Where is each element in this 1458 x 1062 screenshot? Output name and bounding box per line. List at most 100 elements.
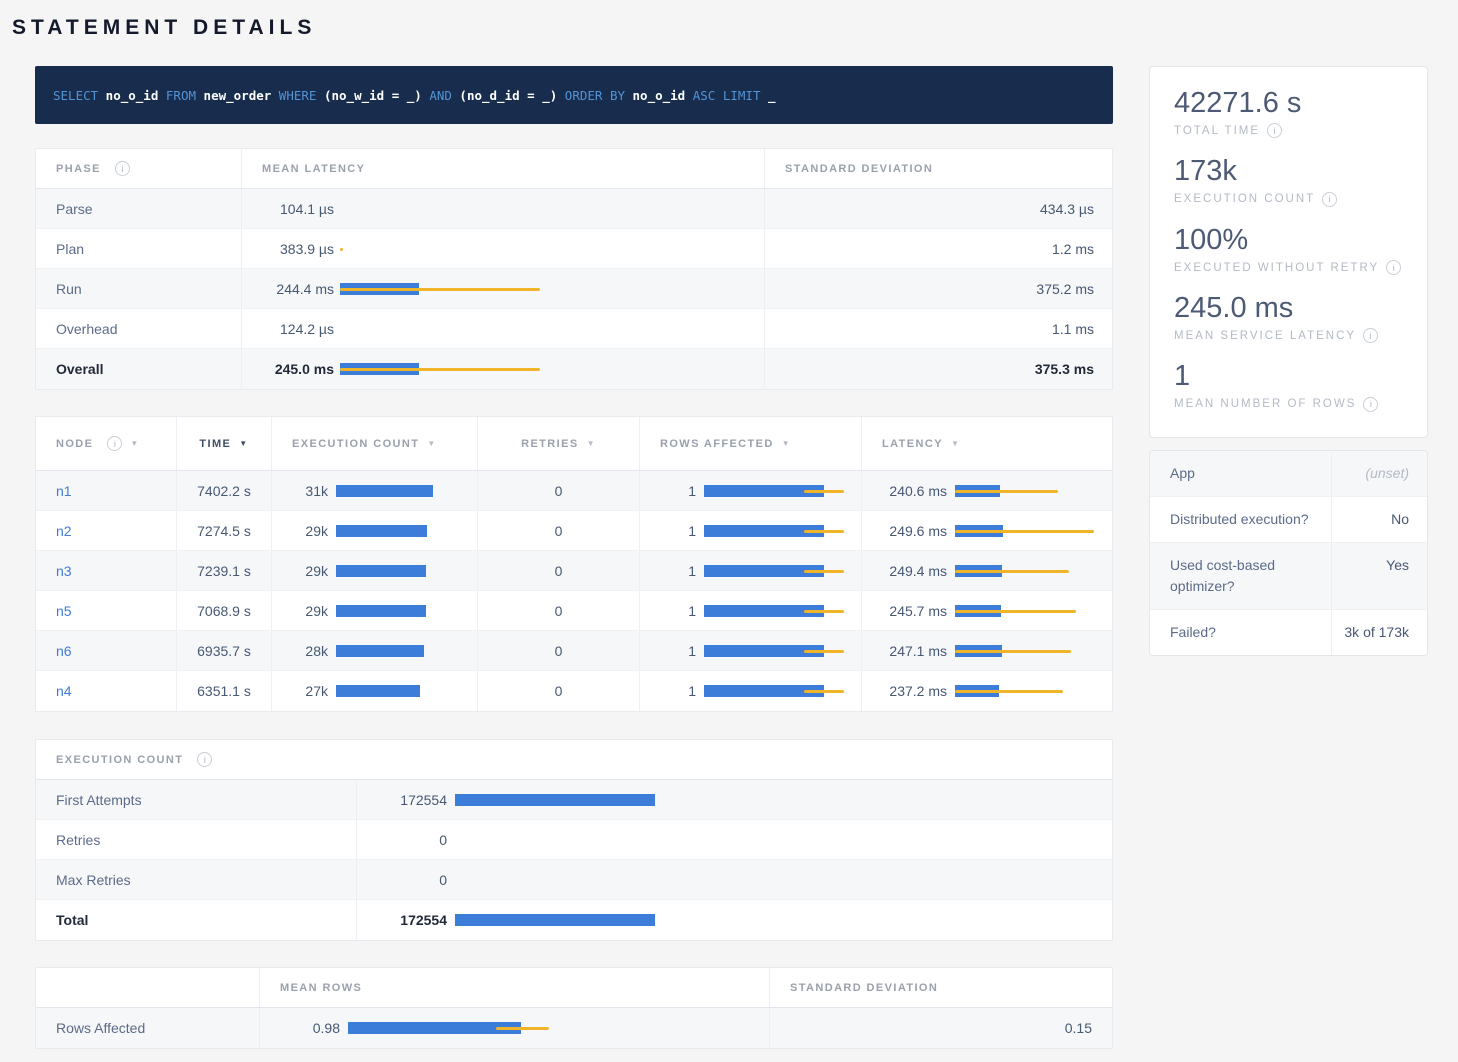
statement-attributes-table: App (unset) Distributed execution? No Us… xyxy=(1149,450,1428,656)
attribute-row-app: App (unset) xyxy=(1150,451,1427,497)
node-row: n6 6935.7 s 28k 0 1 247.1 ms xyxy=(36,631,1112,671)
stat-mean-number-of-rows: 1 MEAN NUMBER OF ROWS i xyxy=(1174,360,1403,411)
phase-row-run: Run 244.4 ms 375.2 ms xyxy=(36,269,1112,309)
mean-latency-value: 383.9 µs xyxy=(264,241,334,257)
latency-column-header[interactable]: LATENCY ▼ xyxy=(861,417,1112,470)
sort-arrow-icon: ▼ xyxy=(427,439,436,448)
execution-count-bar xyxy=(336,684,477,698)
time-value: 6351.1 s xyxy=(197,683,251,699)
rows-affected-bar xyxy=(704,684,861,698)
node-row: n3 7239.1 s 29k 0 1 249.4 ms xyxy=(36,551,1112,591)
execution-count-bar xyxy=(336,564,477,578)
exec-row-retries: Retries 0 xyxy=(36,820,1112,860)
time-value: 6935.7 s xyxy=(197,643,251,659)
std-dev-value: 375.2 ms xyxy=(1036,281,1094,297)
rows-affected-table-header: MEAN ROWS STANDARD DEVIATION xyxy=(36,968,1112,1008)
phase-header-cell: PHASE i xyxy=(36,149,241,188)
exec-row-label: Retries xyxy=(56,832,100,848)
page-title: STATEMENT DETAILS xyxy=(12,16,1458,40)
latency-bar xyxy=(955,484,1112,498)
exec-row-label: Max Retries xyxy=(56,872,131,888)
stat-mean-service-latency: 245.0 ms MEAN SERVICE LATENCYi xyxy=(1174,292,1403,343)
attribute-value: No xyxy=(1331,497,1427,542)
phase-label: Plan xyxy=(56,241,84,257)
attribute-label: Failed? xyxy=(1150,610,1331,655)
info-icon[interactable]: i xyxy=(1322,192,1337,207)
retries-value: 0 xyxy=(555,603,563,619)
count-bar xyxy=(455,913,1112,927)
node-link[interactable]: n1 xyxy=(56,483,72,499)
attribute-row-distributed-execution: Distributed execution? No xyxy=(1150,497,1427,543)
attribute-label: App xyxy=(1150,451,1331,496)
time-column-header[interactable]: TIME ▼ xyxy=(176,417,271,470)
info-icon[interactable]: i xyxy=(1386,260,1401,275)
rows-affected-bar xyxy=(704,524,861,538)
info-icon[interactable]: i xyxy=(1363,328,1378,343)
time-value: 7068.9 s xyxy=(197,603,251,619)
rows-affected-column-header[interactable]: ROWS AFFECTED ▼ xyxy=(639,417,861,470)
node-link[interactable]: n6 xyxy=(56,643,72,659)
latency-bar xyxy=(340,362,764,376)
mean-rows-header-cell: MEAN ROWS xyxy=(259,968,769,1007)
sort-arrow-icon: ▼ xyxy=(782,439,791,448)
node-link[interactable]: n4 xyxy=(56,683,72,699)
rows-affected-value: 1 xyxy=(660,523,696,539)
exec-row-label: Total xyxy=(56,912,88,928)
latency-value: 240.6 ms xyxy=(882,483,947,499)
stat-value: 1 xyxy=(1174,360,1403,393)
mean-rows-bar xyxy=(348,1021,769,1035)
latency-bar xyxy=(340,242,764,256)
rows-affected-value: 1 xyxy=(660,563,696,579)
mean-latency-value: 124.2 µs xyxy=(264,321,334,337)
latency-bar xyxy=(340,322,764,336)
attribute-value: 3k of 173k xyxy=(1331,610,1427,655)
latency-value: 249.4 ms xyxy=(882,563,947,579)
info-icon[interactable]: i xyxy=(1363,397,1378,412)
layout: SELECT no_o_id FROM new_order WHERE (no_… xyxy=(10,66,1458,1049)
stat-caption: MEAN NUMBER OF ROWS xyxy=(1174,398,1356,410)
node-link[interactable]: n5 xyxy=(56,603,72,619)
retries-value: 0 xyxy=(555,523,563,539)
rows-affected-label: Rows Affected xyxy=(56,1020,145,1036)
phase-label: Run xyxy=(56,281,82,297)
stat-value: 173k xyxy=(1174,155,1403,188)
info-icon[interactable]: i xyxy=(197,752,212,767)
execution-count-bar xyxy=(336,644,477,658)
sidebar: 42271.6 s TOTAL TIMEi 173k EXECUTION COU… xyxy=(1149,66,1428,1049)
node-table: NODE i ▼ TIME ▼ EXECUTION COUNT ▼ RETRIE… xyxy=(35,416,1113,712)
exec-row-value: 0 xyxy=(369,872,447,888)
mean-latency-value: 104.1 µs xyxy=(264,201,334,217)
retries-value: 0 xyxy=(555,643,563,659)
attribute-value: (unset) xyxy=(1331,451,1427,496)
execution-count-value: 31k xyxy=(288,483,328,499)
retries-column-header[interactable]: RETRIES ▼ xyxy=(477,417,639,470)
mean-latency-value: 244.4 ms xyxy=(264,281,334,297)
retries-value: 0 xyxy=(555,563,563,579)
info-icon[interactable]: i xyxy=(115,161,130,176)
count-bar xyxy=(455,873,1112,887)
node-column-header[interactable]: NODE i ▼ xyxy=(36,417,176,470)
retries-value: 0 xyxy=(555,483,563,499)
rows-affected-bar xyxy=(704,644,861,658)
phase-row-plan: Plan 383.9 µs 1.2 ms xyxy=(36,229,1112,269)
exec-row-total: Total 172554 xyxy=(36,900,1112,940)
stat-executed-without-retry: 100% EXECUTED WITHOUT RETRYi xyxy=(1174,224,1403,275)
rows-affected-value: 1 xyxy=(660,683,696,699)
info-icon[interactable]: i xyxy=(1267,123,1282,138)
rows-affected-bar xyxy=(704,484,861,498)
execution-count-column-header[interactable]: EXECUTION COUNT ▼ xyxy=(271,417,477,470)
mean-latency-header-cell: MEAN LATENCY xyxy=(241,149,764,188)
node-link[interactable]: n3 xyxy=(56,563,72,579)
info-icon[interactable]: i xyxy=(107,436,122,451)
phase-row-overhead: Overhead 124.2 µs 1.1 ms xyxy=(36,309,1112,349)
node-link[interactable]: n2 xyxy=(56,523,72,539)
std-dev-value: 434.3 µs xyxy=(1040,201,1094,217)
execution-count-value: 27k xyxy=(288,683,328,699)
execution-count-value: 28k xyxy=(288,643,328,659)
std-dev-value: 1.2 ms xyxy=(1052,241,1094,257)
sort-arrow-icon: ▼ xyxy=(951,439,960,448)
node-row: n1 7402.2 s 31k 0 1 240.6 ms xyxy=(36,471,1112,511)
std-dev-value: 1.1 ms xyxy=(1052,321,1094,337)
mean-latency-value: 245.0 ms xyxy=(264,361,334,377)
rows-affected-bar xyxy=(704,604,861,618)
